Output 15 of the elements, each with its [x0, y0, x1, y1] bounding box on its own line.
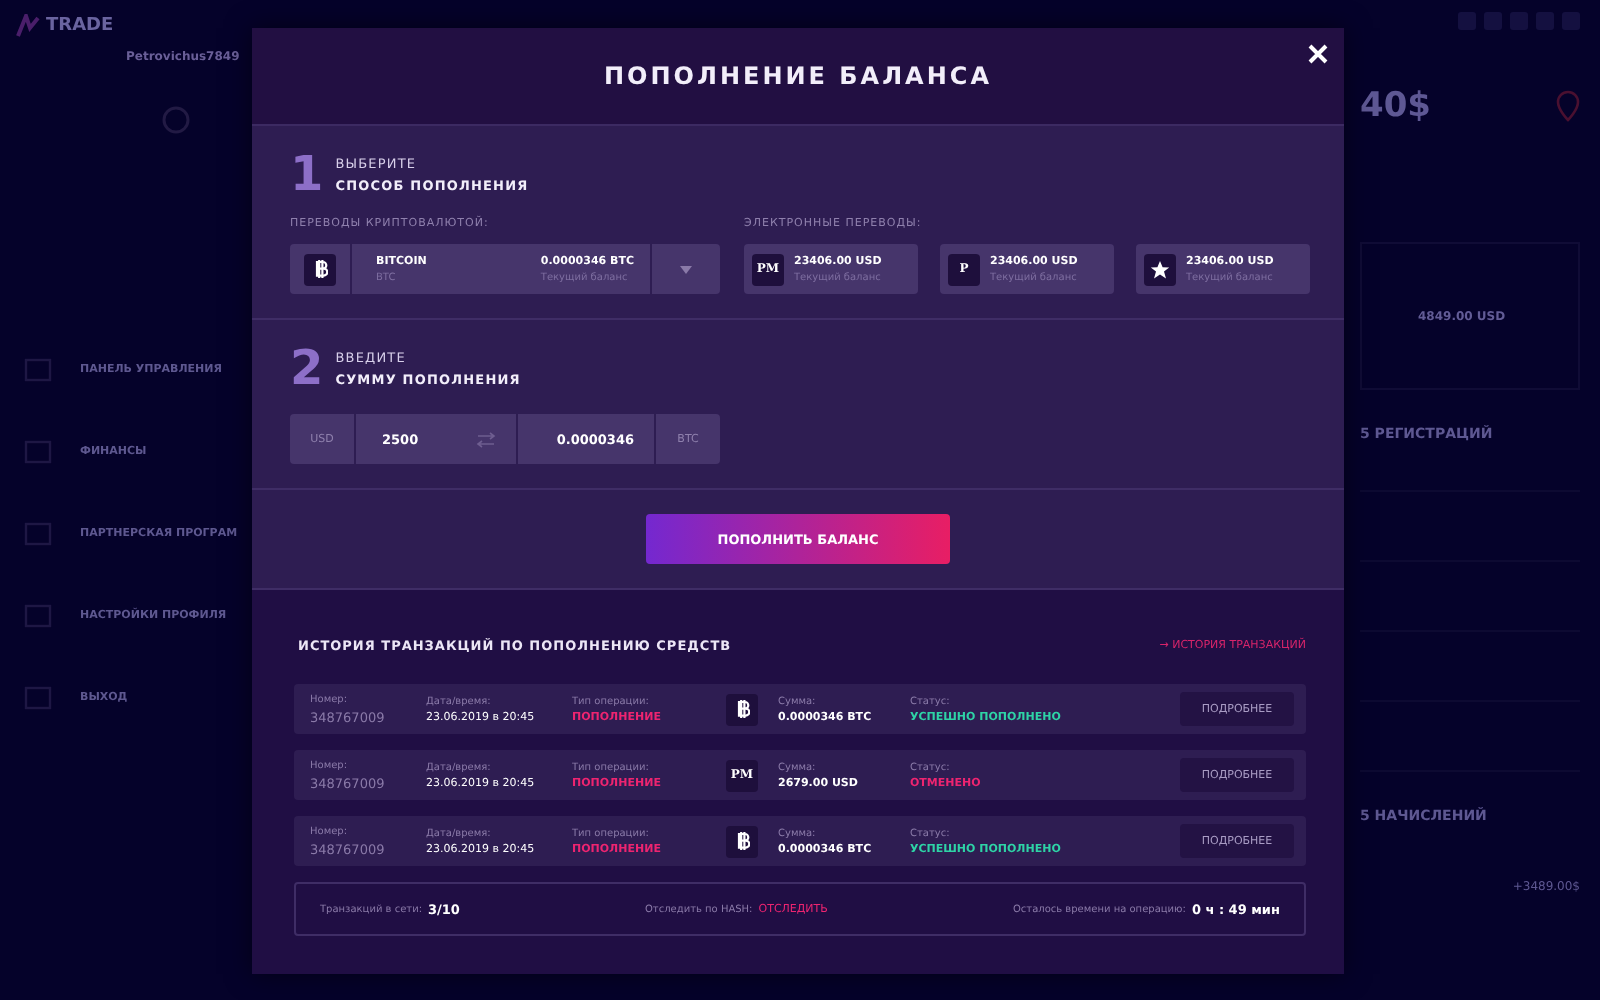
bitcoin-icon: [735, 832, 749, 850]
close-button[interactable]: [1304, 40, 1332, 68]
step-number: 2: [290, 344, 324, 392]
logo-icon: [16, 14, 40, 38]
modal-title: ПОПОЛНЕНИЕ БАЛАНСА: [604, 62, 992, 90]
close-icon: [1308, 44, 1328, 64]
caret-icon: [680, 265, 692, 273]
bitcoin-icon: [313, 260, 327, 278]
logo-text: TRADE: [46, 16, 114, 36]
swap-icon: [475, 431, 496, 447]
bitcoin-icon: [735, 700, 749, 718]
star-icon: [1150, 259, 1170, 279]
balance-amount: 40$: [1360, 86, 1431, 126]
pin-icon: [1556, 90, 1580, 122]
step-number: 1: [290, 150, 324, 198]
